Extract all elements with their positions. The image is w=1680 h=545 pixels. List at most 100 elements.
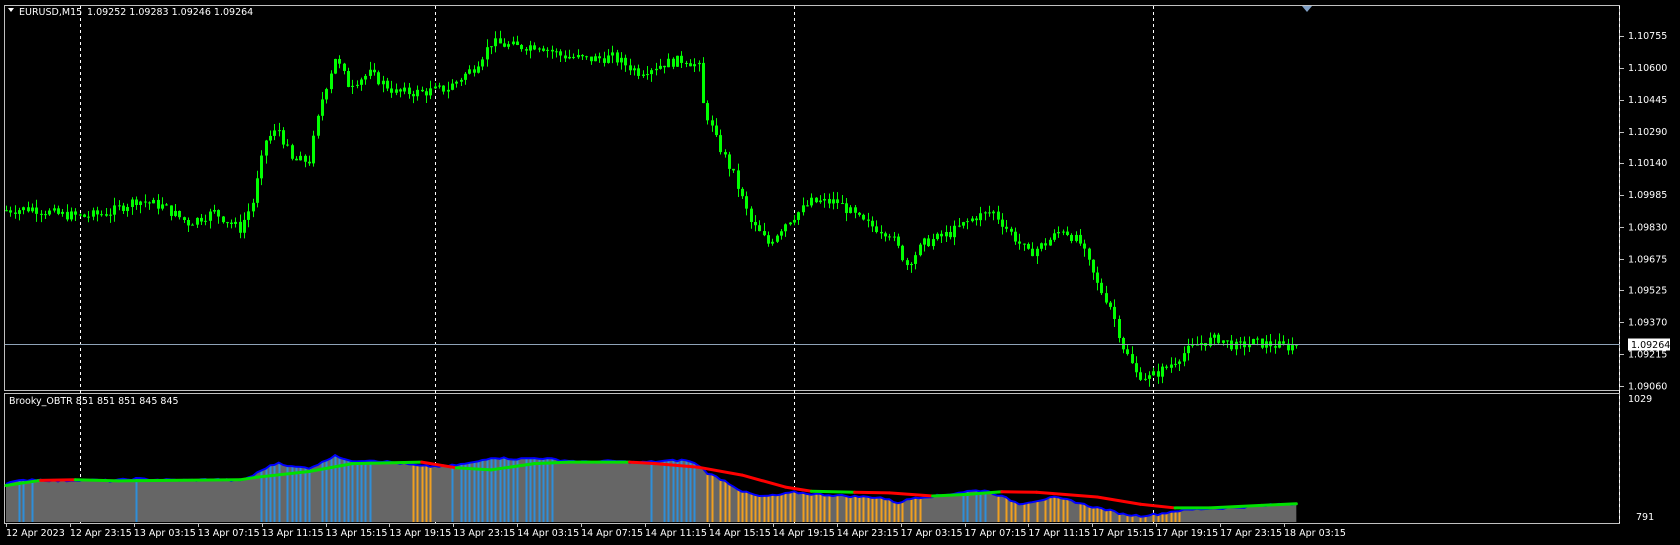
- x-tick-label: 13 Apr 07:15: [198, 528, 260, 539]
- candle-body: [96, 210, 99, 215]
- candle-body: [187, 220, 190, 226]
- candle-body: [126, 206, 129, 212]
- candle-body: [1023, 243, 1026, 245]
- candle-body: [79, 214, 82, 216]
- candle-body: [997, 211, 1000, 220]
- candle-body: [494, 38, 497, 47]
- candle-body: [581, 55, 584, 57]
- candle-body: [273, 130, 276, 136]
- candle-body: [841, 203, 844, 205]
- candle-body: [979, 213, 982, 221]
- candle-body: [538, 48, 541, 50]
- chart-shift-marker-icon[interactable]: [1302, 6, 1312, 12]
- candle-body: [165, 204, 168, 206]
- candle-body: [992, 211, 995, 214]
- candle-body: [797, 212, 800, 220]
- candle-body: [984, 212, 987, 214]
- x-tick-label: 13 Apr 11:15: [262, 528, 324, 539]
- symbol-label: EURUSD,M15: [19, 7, 82, 18]
- candle-body: [118, 205, 121, 207]
- x-tick-label: 14 Apr 15:15: [709, 528, 771, 539]
- indicator-ma-down-segment: [39, 478, 77, 482]
- candle-body: [971, 218, 974, 222]
- candle-body: [802, 205, 805, 213]
- candle-body: [1122, 338, 1125, 350]
- candle-body: [299, 155, 302, 161]
- candle-body: [503, 43, 506, 47]
- x-tick-label: 14 Apr 23:15: [837, 528, 899, 539]
- x-tick-label: 13 Apr 15:15: [326, 528, 388, 539]
- candle-body: [265, 140, 268, 156]
- candle-body: [1088, 248, 1091, 260]
- candle-body: [1049, 239, 1052, 246]
- indicator-ma-up-segment: [809, 489, 857, 494]
- candle-body: [105, 214, 108, 216]
- candle-body: [871, 220, 874, 227]
- x-tick-label: 13 Apr 03:15: [134, 528, 196, 539]
- candle-body: [854, 207, 857, 213]
- candle-body: [1018, 241, 1021, 244]
- candle-body: [1170, 364, 1173, 368]
- candle-body: [481, 59, 484, 67]
- candle-body: [174, 210, 177, 216]
- candle-body: [564, 55, 567, 59]
- candle-body: [680, 55, 683, 63]
- candle-body: [499, 38, 502, 44]
- candle-body: [594, 56, 597, 62]
- candle-body: [61, 211, 64, 214]
- candle-body: [399, 89, 402, 92]
- indicator-ma-up-segment: [73, 478, 121, 483]
- candle-body: [369, 69, 372, 76]
- candle-body: [22, 207, 25, 211]
- candle-body: [685, 62, 688, 64]
- candle-body: [590, 56, 593, 62]
- candle-body: [932, 239, 935, 247]
- y-tick-label: 1.09675: [1628, 254, 1667, 265]
- candle-body: [360, 79, 363, 85]
- candle-body: [607, 55, 610, 63]
- indicator-ma-up-segment: [117, 478, 242, 483]
- candle-body: [416, 89, 419, 97]
- candle-body: [74, 211, 77, 215]
- candle-body: [732, 168, 735, 171]
- candle-body: [953, 225, 956, 238]
- chart-menu-arrow-icon[interactable]: [8, 8, 14, 12]
- chart-canvas: EURUSD,M15 1.09252 1.09283 1.09246 1.092…: [4, 5, 1670, 539]
- ohlc-label: 1.09252 1.09283 1.09246 1.09264: [87, 7, 253, 18]
- candle-body: [724, 152, 727, 155]
- candle-body: [1031, 248, 1034, 257]
- candle-body: [230, 222, 233, 224]
- candle-body: [806, 205, 809, 207]
- candle-body: [1274, 346, 1277, 348]
- candle-body: [620, 57, 623, 63]
- indicator-bottom-label: 791: [1636, 512, 1654, 523]
- candle-body: [295, 158, 298, 161]
- candle-body: [862, 214, 865, 220]
- candle-body: [763, 231, 766, 236]
- indicator-ma-down-segment: [1035, 490, 1099, 499]
- candle-body: [810, 197, 813, 206]
- candle-body: [1109, 302, 1112, 307]
- candle-body: [1014, 231, 1017, 242]
- candle-body: [1187, 345, 1190, 354]
- candle-body: [1126, 349, 1129, 355]
- candle-body: [100, 214, 103, 216]
- candle-body: [719, 135, 722, 153]
- candle-body: [1178, 361, 1181, 364]
- candle-body: [256, 178, 259, 203]
- candle-body: [880, 231, 883, 234]
- candle-body: [633, 68, 636, 71]
- candle-body: [386, 80, 389, 89]
- candle-body: [624, 57, 627, 66]
- candle-body: [1282, 341, 1285, 344]
- indicator-ma-down-segment: [1138, 502, 1177, 510]
- candle-body: [338, 58, 341, 64]
- candle-body: [789, 222, 792, 225]
- candle-body: [715, 125, 718, 136]
- candle-body: [44, 214, 47, 216]
- candle-body: [585, 56, 588, 58]
- candle-body: [425, 91, 428, 96]
- candle-body: [282, 130, 285, 145]
- candle-body: [364, 75, 367, 80]
- candle-body: [1044, 243, 1047, 246]
